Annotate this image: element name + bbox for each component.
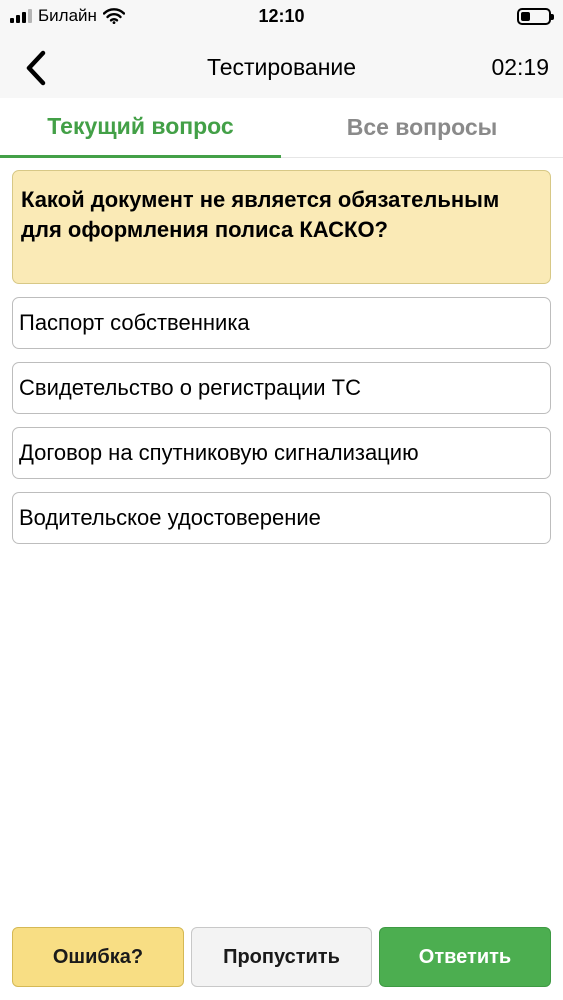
tab-all-questions[interactable]: Все вопросы xyxy=(281,98,563,158)
battery-icon xyxy=(517,8,554,25)
question-text: Какой документ не является обязательным … xyxy=(12,170,551,284)
page-title: Тестирование xyxy=(206,54,357,80)
status-time: 12:10 xyxy=(258,6,305,26)
answer-option-4[interactable]: Водительское удостоверение xyxy=(12,492,551,544)
answer-list: Паспорт собственника Свидетельство о рег… xyxy=(12,297,551,557)
tab-bar: Текущий вопрос Все вопросы xyxy=(0,98,563,158)
test-timer: 02:19 xyxy=(491,54,549,80)
submit-answer-button[interactable]: Ответить xyxy=(379,927,551,987)
skip-button[interactable]: Пропустить xyxy=(191,927,372,987)
navigation-bar: Тестирование 02:19 xyxy=(0,34,563,98)
battery-level xyxy=(521,12,530,21)
tab-current-question[interactable]: Текущий вопрос xyxy=(0,98,281,158)
answer-option-1[interactable]: Паспорт собственника xyxy=(12,297,551,349)
answer-option-3[interactable]: Договор на спутниковую сигнализацию xyxy=(12,427,551,479)
answer-option-2[interactable]: Свидетельство о регистрации ТС xyxy=(12,362,551,414)
bottom-action-bar: Ошибка? Пропустить Ответить xyxy=(0,925,563,989)
report-error-button[interactable]: Ошибка? xyxy=(12,927,184,987)
status-bar: Билайн 12:10 xyxy=(0,0,563,34)
